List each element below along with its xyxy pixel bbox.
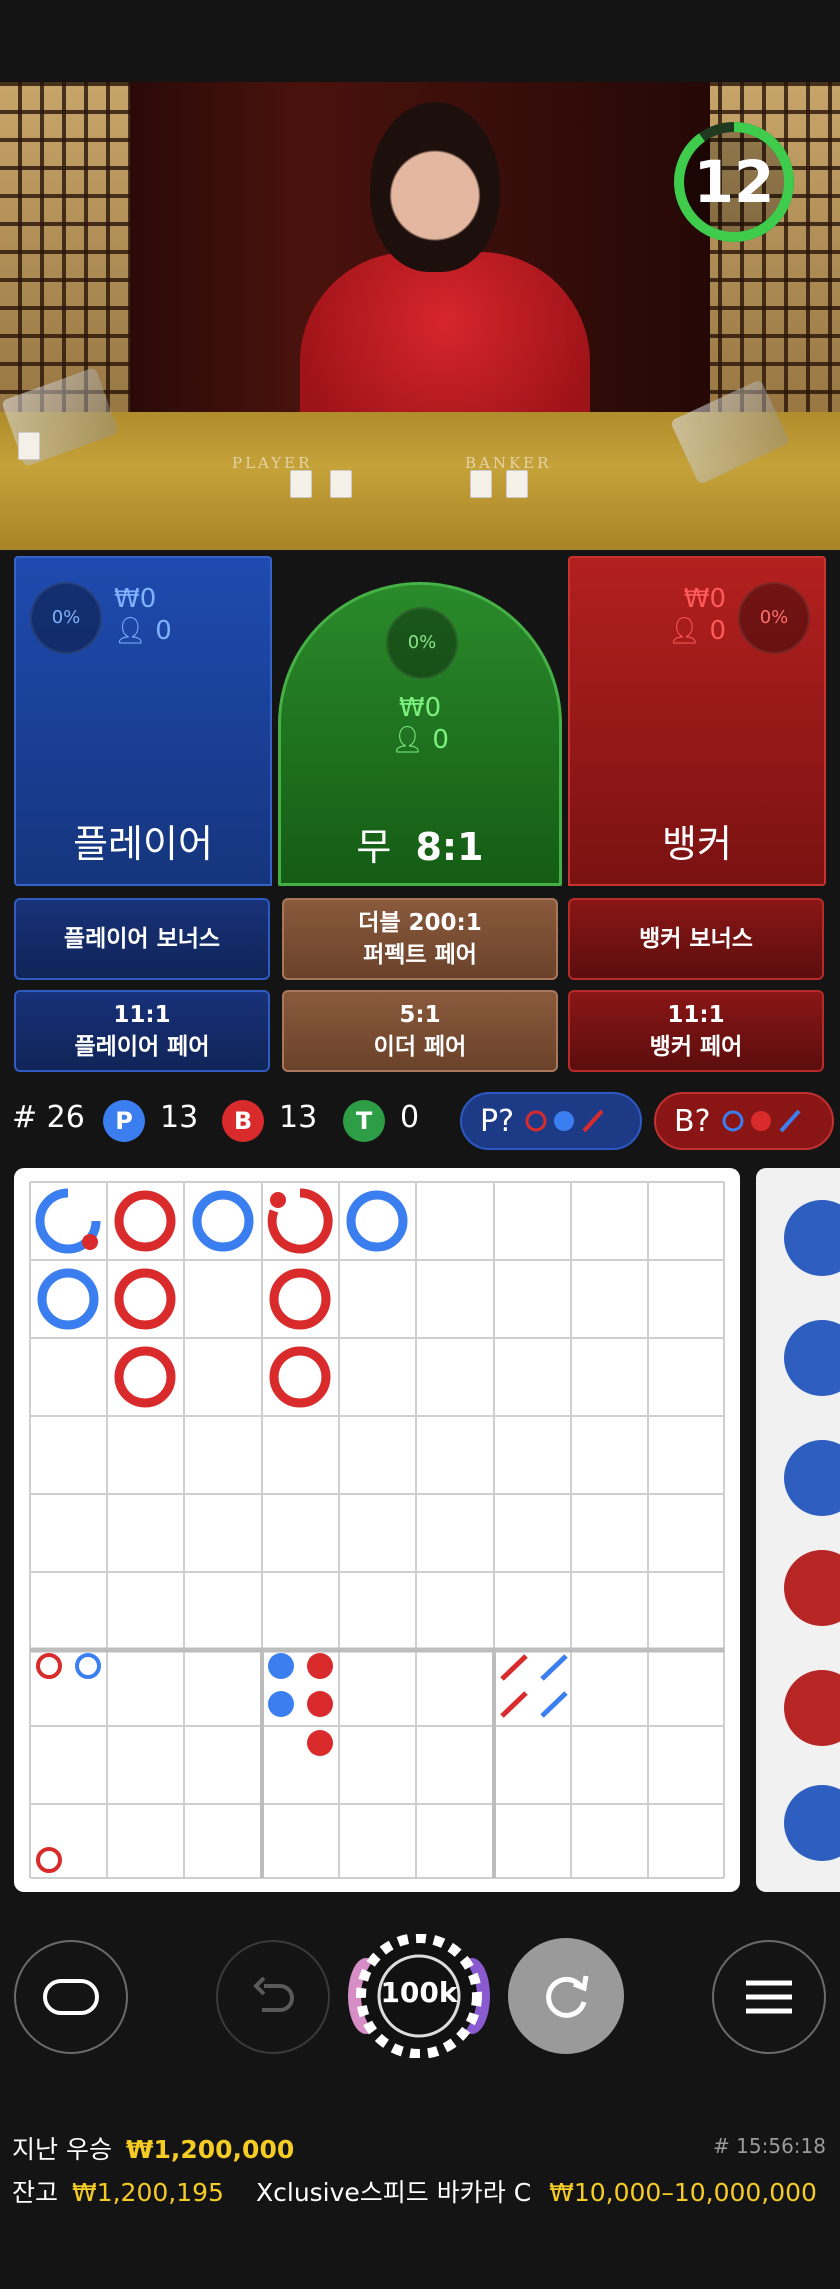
bead-road <box>784 1200 840 1861</box>
player-ask-label: P? <box>480 1103 515 1139</box>
tie-count-row: 👤︎ 0 <box>281 725 559 755</box>
banker-card-1 <box>470 470 492 498</box>
either-pair-odds: 5:1 <box>399 1002 441 1028</box>
chat-button[interactable] <box>14 1940 128 2054</box>
player-count-row: 👤︎ 0 <box>114 616 172 646</box>
banker-bonus-button[interactable]: 뱅커 보너스 <box>568 898 824 980</box>
road-map <box>29 1181 725 1879</box>
chat-icon <box>43 1979 99 2015</box>
tie-count: 0 <box>432 725 449 755</box>
banker-win-badge: B <box>222 1100 264 1142</box>
undo-button[interactable] <box>216 1940 330 2054</box>
banker-ask-button[interactable]: B? <box>654 1092 834 1150</box>
last-win-label: 지난 우승 <box>12 2135 112 2164</box>
undo-icon <box>253 1976 294 2012</box>
player-card-2 <box>330 470 352 498</box>
banker-amount: ₩0 <box>683 584 726 614</box>
tie-label-row: 무 8:1 <box>281 816 559 871</box>
banker-pair-odds: 11:1 <box>667 1002 725 1028</box>
banker-pct: 0% <box>738 582 810 654</box>
player-win-badge: P <box>103 1100 145 1142</box>
ask-pattern-icon <box>722 1109 801 1133</box>
menu-icon <box>746 1980 792 2014</box>
tie-label: 무 <box>356 825 392 869</box>
banker-bonus-label: 뱅커 보너스 <box>639 926 753 952</box>
player-pct: 0% <box>30 582 102 654</box>
player-pair-odds: 11:1 <box>113 1002 171 1028</box>
bet-limits: ₩10,000–10,000,000 <box>549 2178 817 2207</box>
balance-label: 잔고 <box>12 2178 59 2207</box>
dealer-head <box>370 102 500 272</box>
either-pair-button[interactable]: 5:1 이더 페어 <box>282 990 558 1072</box>
banker-pair-button[interactable]: 11:1 뱅커 페어 <box>568 990 824 1072</box>
banker-label: 뱅커 <box>662 822 732 866</box>
game-time: # 15:56:18 <box>713 2134 826 2158</box>
balance-row: 잔고 ₩1,200,195 <box>12 2173 224 2209</box>
banker-card-2 <box>506 470 528 498</box>
player-bonus-button[interactable]: 플레이어 보너스 <box>14 898 270 980</box>
discard-card <box>18 432 40 460</box>
banker-count-row: 👤︎ 0 <box>668 616 726 646</box>
repeat-button[interactable] <box>508 1938 624 2054</box>
tie-pct: 0% <box>386 607 458 679</box>
chip-selector[interactable]: 100k <box>344 1933 494 2059</box>
bead-road-peek[interactable] <box>756 1168 840 1892</box>
double-perfect-pair-button[interactable]: 더블 200:1 퍼펙트 페어 <box>282 898 558 980</box>
banker-count: 0 <box>709 616 726 646</box>
banker-win-count: 13 <box>279 1100 318 1135</box>
tie-odds: 8:1 <box>415 825 484 869</box>
player-pair-button[interactable]: 11:1 플레이어 페어 <box>14 990 270 1072</box>
last-win-value: ₩1,200,000 <box>125 2135 295 2164</box>
person-icon: 👤︎ <box>114 616 148 646</box>
player-card-1 <box>290 470 312 498</box>
player-pair-label: 플레이어 페어 <box>74 1034 210 1060</box>
menu-button[interactable] <box>712 1940 826 2054</box>
round-number: # 26 <box>12 1100 85 1135</box>
repeat-icon <box>546 1975 589 2018</box>
balance-value: ₩1,200,195 <box>71 2178 224 2207</box>
double-perfect-label: 퍼펙트 페어 <box>363 942 477 968</box>
player-count: 0 <box>155 616 172 646</box>
ask-pattern-icon <box>525 1109 604 1133</box>
tie-win-count: 0 <box>400 1100 420 1135</box>
chip-value: 100k <box>380 1976 458 2009</box>
player-win-count: 13 <box>160 1100 199 1135</box>
person-icon: 👤︎ <box>668 616 702 646</box>
banker-ask-label: B? <box>674 1103 711 1139</box>
last-win-row: 지난 우승 ₩1,200,000 <box>12 2130 294 2166</box>
table-name: Xclusive스피드 바카라 C <box>256 2178 532 2207</box>
scoreboard[interactable] <box>14 1168 740 1892</box>
tie-win-badge: T <box>343 1100 385 1142</box>
table-info: Xclusive스피드 바카라 C ₩10,000–10,000,000 <box>256 2173 817 2209</box>
player-ask-button[interactable]: P? <box>460 1092 642 1150</box>
player-bonus-label: 플레이어 보너스 <box>63 926 221 952</box>
banker-bet-spot[interactable]: 0% ₩0 👤︎ 0 뱅커 <box>568 556 826 886</box>
player-label: 플레이어 <box>73 822 213 866</box>
double-perfect-odds: 더블 200:1 <box>358 910 482 936</box>
tie-bet-spot[interactable]: 0% ₩0 👤︎ 0 무 8:1 <box>278 582 562 886</box>
player-bet-spot[interactable]: 0% ₩0 👤︎ 0 플레이어 <box>14 556 272 886</box>
person-icon: 👤︎ <box>391 725 425 755</box>
tie-amount: ₩0 <box>398 693 442 723</box>
player-amount: ₩0 <box>114 584 157 614</box>
countdown-value: 12 <box>693 148 775 216</box>
banker-pair-label: 뱅커 페어 <box>649 1034 743 1060</box>
either-pair-label: 이더 페어 <box>373 1034 467 1060</box>
